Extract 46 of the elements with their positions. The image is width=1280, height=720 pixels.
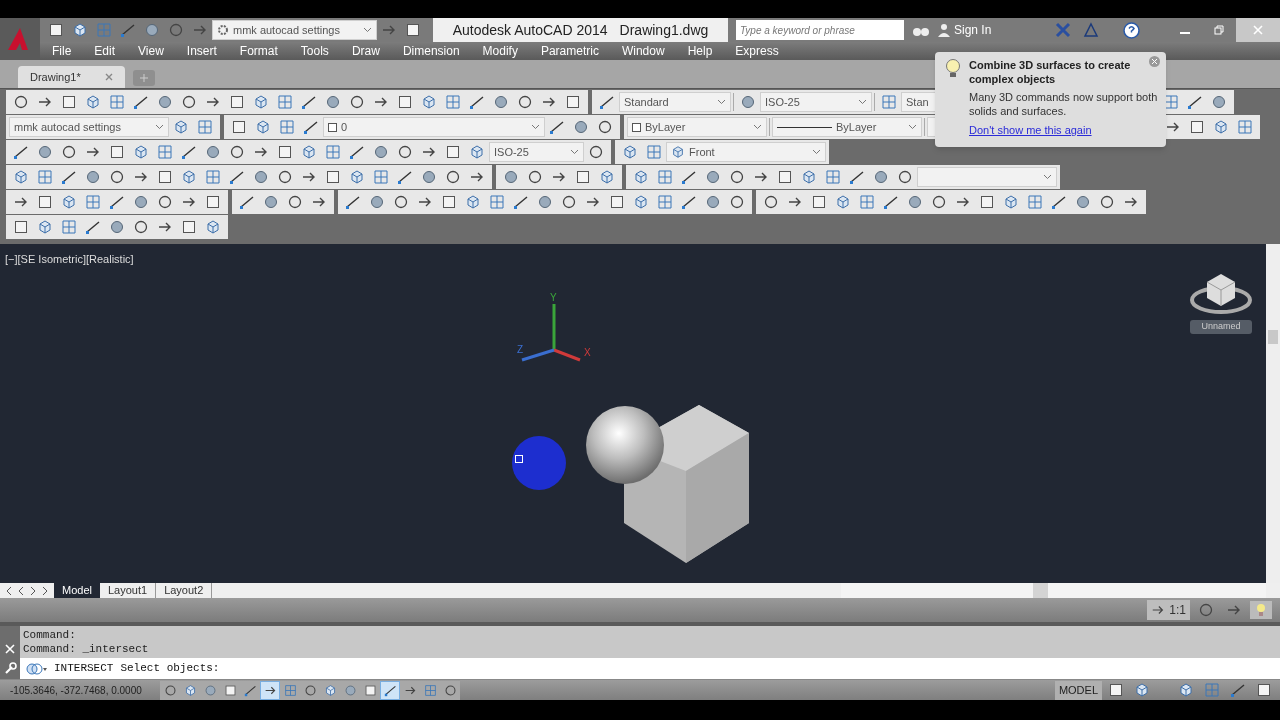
search-field[interactable]: Type a keyword or phrase — [736, 20, 904, 40]
menu-item[interactable]: Format — [239, 42, 278, 60]
ucs-menu[interactable]: Unnamed — [1190, 320, 1252, 334]
menu-item[interactable]: Help — [687, 42, 713, 60]
viewport-label[interactable]: [−][SE Isometric][Realistic] — [5, 251, 134, 268]
layer-dropdown[interactable]: 0 — [323, 117, 545, 137]
file-tab[interactable]: Drawing1* — [18, 66, 125, 88]
command-name: INTERSECT — [54, 661, 114, 677]
view-dropdown[interactable]: Front — [666, 142, 826, 162]
command-prompt: Select objects: — [120, 661, 220, 677]
menu-item[interactable]: Express — [735, 42, 779, 60]
command-input[interactable]: INTERSECT Select objects: — [54, 660, 220, 677]
menu-item[interactable]: Tools — [300, 42, 329, 60]
dismiss-link[interactable]: Don't show me this again — [969, 122, 1156, 139]
linetype-dropdown[interactable]: ByLayer — [772, 117, 922, 137]
menu-item[interactable]: Draw — [351, 42, 380, 60]
drawing-canvas[interactable]: [−][SE Isometric][Realistic] Y Z X Unnamed — [0, 244, 1280, 583]
layout-tab[interactable]: Model — [54, 583, 100, 598]
annotation-scale-button[interactable]: 1:1 — [1147, 600, 1190, 620]
menu-item[interactable]: Dimension — [402, 42, 460, 60]
menu-item[interactable]: Parametric — [540, 42, 599, 60]
command-history-line: Command: _intersect — [23, 642, 149, 656]
tooltip-text: Many 3D commands now support both solids and surfaces. — [969, 90, 1159, 118]
workspace-dropdown[interactable]: mmk autocad settings — [212, 20, 377, 40]
dimension-style-dropdown[interactable]: ISO-25 — [760, 92, 872, 112]
text-style-dropdown[interactable]: Standard — [619, 92, 731, 112]
model-space-button[interactable]: MODEL — [1054, 680, 1102, 700]
menu-item[interactable]: File — [52, 42, 72, 60]
menu-item[interactable]: View — [138, 42, 164, 60]
tooltip-title: Combine 3D surfaces to create complex objects — [969, 58, 1132, 86]
workspace-dropdown[interactable]: mmk autocad settings — [9, 117, 169, 137]
tab-label: Drawing1* — [30, 69, 81, 85]
axis-label: Y — [550, 292, 557, 303]
sign-in-button[interactable]: Sign In — [934, 21, 996, 39]
coordinates-readout[interactable]: -105.3646, -372.7468, 0.0000 — [0, 682, 160, 698]
app-title: Autodesk AutoCAD 2014 — [452, 20, 608, 40]
menu-item[interactable]: Modify — [482, 42, 518, 60]
command-history-line: Command: — [23, 628, 77, 642]
menu-item[interactable]: Window — [621, 42, 665, 60]
axis-label: Z — [517, 344, 524, 355]
axis-label: X — [584, 347, 591, 358]
dimension-style-dropdown[interactable]: ISO-25 — [489, 142, 584, 162]
document-title: Drawing1.dwg — [619, 20, 709, 40]
color-dropdown[interactable]: ByLayer — [627, 117, 767, 137]
menu-item[interactable]: Insert — [186, 42, 217, 60]
menu-item[interactable]: Edit — [94, 42, 116, 60]
